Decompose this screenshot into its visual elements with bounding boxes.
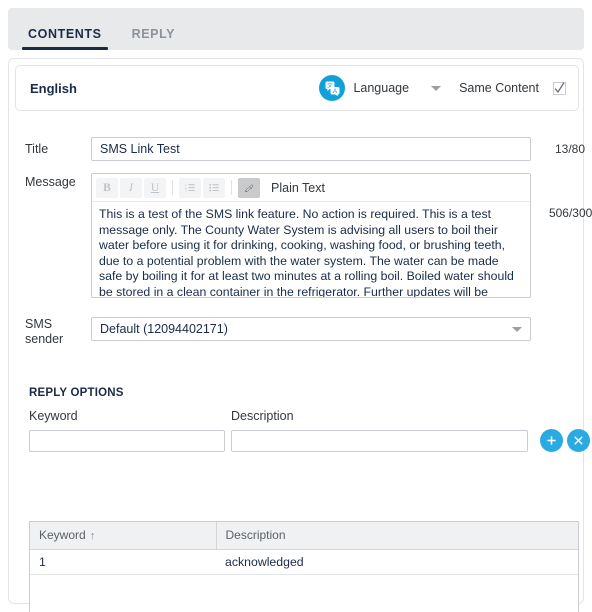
- svg-text:3: 3: [185, 189, 187, 193]
- toolbar-separator-2: [231, 180, 232, 195]
- keyword-label: Keyword: [29, 409, 78, 423]
- language-bar: English 文 A Language Same Content: [15, 65, 579, 111]
- language-dropdown-caret[interactable]: [431, 85, 442, 91]
- svg-text:A: A: [333, 88, 337, 94]
- clear-reply-option-button[interactable]: [567, 429, 590, 452]
- sms-message-composer: CONTENTS REPLY English 文 A Language Same…: [0, 0, 592, 612]
- sms-sender-value: Default (12094402171): [100, 322, 228, 336]
- table-body: 1 acknowledged: [30, 549, 578, 575]
- toolbar-separator: [172, 180, 173, 195]
- ordered-list-button[interactable]: 1 2 3: [179, 177, 201, 198]
- editor-toolbar: B I U 1 2 3 Plain Text: [92, 174, 530, 202]
- sms-sender-label-line2: sender: [25, 332, 64, 346]
- sort-ascending-icon: ↑: [89, 530, 96, 543]
- message-textarea[interactable]: This is a test of the SMS link feature. …: [92, 202, 530, 297]
- title-label: Title: [25, 142, 49, 156]
- translate-icon: 文 A: [319, 75, 346, 101]
- column-header-keyword[interactable]: Keyword ↑: [30, 522, 217, 550]
- column-header-keyword-label: Keyword: [39, 528, 86, 543]
- plus-icon: [547, 436, 556, 445]
- cell-keyword: 1: [30, 549, 216, 575]
- description-label: Description: [231, 409, 294, 423]
- reply-options-title: REPLY OPTIONS: [29, 387, 124, 399]
- close-icon: [574, 436, 583, 445]
- keyword-input[interactable]: [29, 430, 225, 452]
- column-header-description[interactable]: Description: [216, 522, 578, 550]
- tab-list: CONTENTS REPLY: [8, 8, 584, 50]
- title-character-counter: 13/80: [554, 142, 585, 156]
- tab-contents-label: CONTENTS: [28, 27, 102, 41]
- language-label: Language: [353, 81, 410, 95]
- tab-reply[interactable]: REPLY: [126, 27, 182, 50]
- title-row: Title 13/80: [15, 137, 585, 163]
- language-name: English: [30, 80, 77, 96]
- tab-contents[interactable]: CONTENTS: [22, 27, 108, 50]
- description-input[interactable]: [231, 430, 528, 452]
- table-head: Keyword ↑ Description: [30, 522, 578, 550]
- sms-sender-label: SMS sender: [25, 317, 63, 347]
- plain-text-label: Plain Text: [271, 180, 325, 195]
- table-header-row: Keyword ↑ Description: [30, 522, 578, 550]
- tab-reply-label: REPLY: [131, 27, 176, 41]
- same-content-checkbox[interactable]: [553, 81, 566, 95]
- underline-button[interactable]: U: [144, 177, 166, 198]
- message-editor: B I U 1 2 3 Plain Text This is a test of…: [91, 173, 531, 298]
- plain-text-button[interactable]: [238, 177, 260, 198]
- title-input[interactable]: [91, 137, 531, 161]
- bullet-list-button[interactable]: [203, 177, 225, 198]
- table-row[interactable]: 1 acknowledged: [30, 549, 578, 575]
- reply-options-section: REPLY OPTIONS Keyword Description: [15, 387, 590, 456]
- reply-options-table-wrapper: Keyword ↑ Description 1 acknowledged: [29, 521, 579, 612]
- italic-button[interactable]: I: [120, 177, 142, 198]
- cell-description: acknowledged: [216, 549, 578, 575]
- add-reply-option-button[interactable]: [540, 429, 563, 452]
- same-content-label: Same Content: [459, 81, 539, 95]
- content-card: English 文 A Language Same Content Title …: [8, 58, 592, 612]
- column-header-description-label: Description: [225, 528, 286, 543]
- message-character-counter: 506/3000: [548, 206, 592, 220]
- reply-options-labels: Keyword Description: [15, 409, 579, 427]
- reply-options-table: Keyword ↑ Description 1 acknowledged: [30, 522, 578, 575]
- sms-sender-select[interactable]: Default (12094402171): [91, 317, 531, 341]
- message-label: Message: [25, 175, 76, 189]
- tab-strip: CONTENTS REPLY: [8, 8, 584, 50]
- bold-button[interactable]: B: [96, 177, 118, 198]
- sms-sender-label-line1: SMS: [25, 317, 53, 331]
- reply-options-inputs: [15, 429, 590, 456]
- chevron-down-icon: [512, 326, 522, 332]
- language-controls: 文 A Language Same Content: [319, 75, 566, 101]
